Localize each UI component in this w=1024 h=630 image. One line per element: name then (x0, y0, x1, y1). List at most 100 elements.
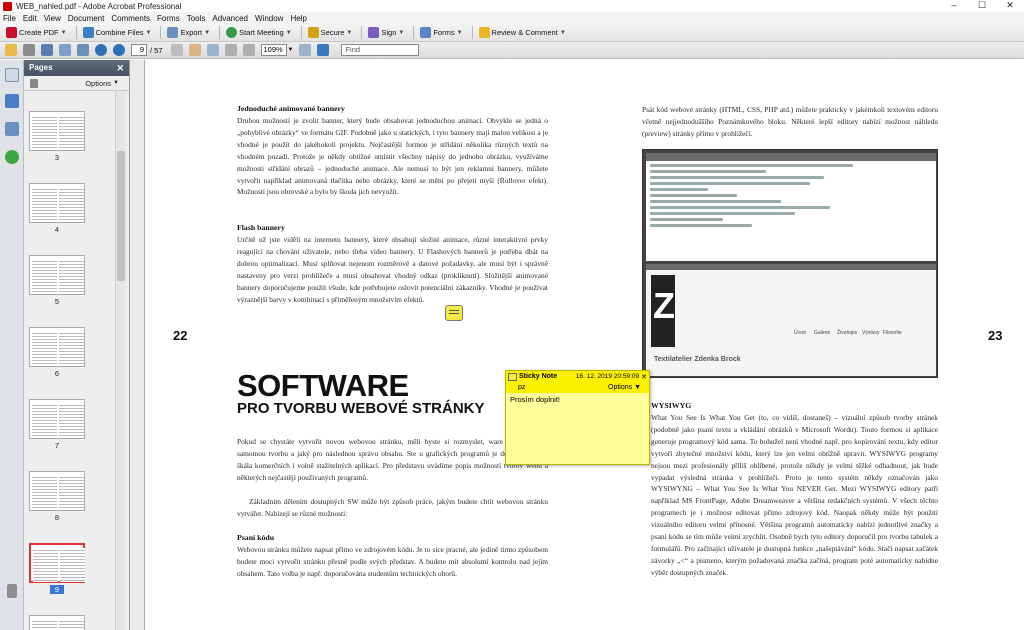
search-doc-icon[interactable] (77, 44, 89, 56)
zoom-field[interactable]: 109% (260, 44, 287, 56)
sign-button[interactable]: Sign ▼ (365, 25, 407, 40)
paragraph-writing-code: Webovou stránku můžete napsat přímo ve z… (237, 545, 548, 578)
window-controls: – ☐ ✕ (940, 0, 1024, 12)
page-thumbnail[interactable] (29, 111, 85, 151)
section-title: SOFTWARE (237, 368, 409, 403)
pages-panel-header: Pages ✕ (24, 60, 129, 76)
open-folder-icon[interactable] (5, 44, 17, 56)
tasks-toolbar: Create PDF ▼ Combine Files ▼ Export ▼ Start… (0, 24, 1024, 42)
thumbnail-label-selected: 9 (50, 585, 64, 594)
page-number-left: 22 (173, 328, 188, 343)
title-bar: WEB_nahled.pdf - Adobe Acrobat Professio… (0, 0, 1024, 12)
lock-icon (307, 27, 319, 38)
previous-page-icon[interactable] (95, 44, 107, 56)
paragraph-division: Základním dělením dostupných SW může být… (237, 497, 548, 518)
menu-view[interactable]: View (44, 14, 61, 23)
delete-page-icon[interactable] (30, 79, 38, 88)
menu-file[interactable]: File (3, 14, 16, 23)
menu-bar: File Edit View Document Comments Forms T… (0, 12, 1024, 24)
menu-window[interactable]: Window (255, 14, 283, 23)
thumbnail-label: 6 (54, 369, 60, 378)
help-icon[interactable] (5, 150, 19, 164)
menu-comments[interactable]: Comments (111, 14, 150, 23)
menu-document[interactable]: Document (68, 14, 104, 23)
menu-forms[interactable]: Forms (157, 14, 180, 23)
forms-icon (420, 27, 432, 38)
maximize-button[interactable]: ☐ (968, 0, 996, 12)
editor-screenshot-image: Úvod Galerie Životopis Výstavy Filosofie… (642, 149, 938, 378)
scrollbar-thumb[interactable] (117, 151, 125, 281)
start-meeting-button[interactable]: Start Meeting ▼ (223, 25, 295, 40)
page-thumbnail-selected[interactable] (29, 543, 85, 583)
page-count: / 57 (150, 45, 163, 55)
pages-options-button[interactable]: Options (85, 79, 111, 88)
sticky-note-icon[interactable] (445, 305, 463, 321)
zoom-out-icon[interactable] (224, 44, 237, 56)
select-tool-icon[interactable] (170, 44, 183, 56)
review-icon (478, 27, 490, 38)
paragraph-code-editors: Psát kód webové stránky (HTML, CSS, PHP … (642, 105, 938, 138)
hand-tool-icon[interactable] (188, 44, 201, 56)
fit-page-icon[interactable] (299, 44, 312, 56)
email-icon[interactable] (59, 44, 71, 56)
preview-nav-item: Výstavy (862, 330, 880, 336)
signatures-icon[interactable] (5, 122, 19, 136)
print-icon[interactable] (23, 44, 35, 56)
sticky-note-header[interactable]: Sticky Note 16. 12. 2019 20:59:09 ✕ (506, 371, 649, 382)
page-thumbnail[interactable] (29, 615, 85, 630)
page-number-input[interactable]: 9 (131, 44, 147, 56)
secure-button[interactable]: Secure ▼ (305, 25, 356, 40)
bookmarks-icon[interactable] (5, 94, 19, 108)
find-input[interactable]: Find (341, 44, 420, 56)
sticky-note-subheader: pz Options ▼ (506, 382, 649, 393)
preview-nav-item: Filosofie (883, 330, 902, 336)
forms-button[interactable]: Forms ▼ (417, 25, 465, 40)
close-panel-icon[interactable]: ✕ (116, 60, 124, 76)
export-icon (167, 27, 179, 38)
menu-help[interactable]: Help (290, 14, 306, 23)
page-thumbnail[interactable] (29, 183, 85, 223)
acrobat-icon (3, 1, 12, 11)
save-icon[interactable] (41, 44, 53, 56)
pages-panel-icon[interactable] (5, 68, 19, 82)
page-thumbnail[interactable] (29, 399, 85, 439)
attachments-icon[interactable] (7, 584, 17, 598)
sticky-note-options-button[interactable]: Options ▼ (608, 384, 641, 391)
combine-files-button[interactable]: Combine Files ▼ (80, 25, 155, 40)
panel-splitter[interactable] (130, 60, 145, 630)
meeting-icon (226, 27, 238, 38)
menu-tools[interactable]: Tools (187, 14, 206, 23)
zoom-dropdown-icon[interactable]: ▼ (288, 47, 294, 53)
page-thumbnail[interactable] (29, 327, 85, 367)
minimize-button[interactable]: – (940, 0, 968, 12)
pages-panel: Pages ✕ Options ▼ 3 4 5 6 7 8 9 (24, 60, 130, 630)
menu-edit[interactable]: Edit (23, 14, 37, 23)
review-comment-button[interactable]: Review & Comment ▼ (476, 25, 569, 40)
paragraph-flash-banners: Určitě už jste viděli na internetu banne… (237, 235, 548, 304)
create-pdf-icon (6, 27, 17, 38)
navigation-toolbar: 9 / 57 109% ▼ Find (0, 42, 1024, 59)
pages-panel-title: Pages (29, 63, 53, 72)
zoom-tool-icon[interactable] (206, 44, 219, 56)
zoom-in-icon[interactable] (242, 44, 255, 56)
heading-writing-code: Psaní kódu (237, 533, 275, 542)
sticky-note-textarea[interactable]: Prosím doplnit! (508, 393, 647, 462)
sticky-note-title: Sticky Note (519, 373, 558, 380)
sticky-note-date: 16. 12. 2019 20:59:09 (575, 373, 640, 380)
paragraph-software: Pokud se chystáte vytvořit novou webovou… (237, 437, 548, 482)
heading-flash-banners: Flash bannery (237, 223, 285, 232)
page-thumbnail[interactable] (29, 255, 85, 295)
page-thumbnail[interactable] (29, 471, 85, 511)
next-page-icon[interactable] (113, 44, 125, 56)
create-pdf-button[interactable]: Create PDF ▼ (3, 25, 70, 40)
close-note-icon[interactable]: ✕ (641, 373, 647, 381)
atelier-logo (651, 275, 675, 347)
thumbnails-scrollbar[interactable] (115, 91, 126, 630)
fit-width-icon[interactable] (317, 44, 330, 56)
export-button[interactable]: Export ▼ (164, 25, 213, 40)
preview-nav-item: Úvod (794, 330, 806, 336)
thumbnail-label: 8 (54, 513, 60, 522)
sticky-note-popup[interactable]: Sticky Note 16. 12. 2019 20:59:09 ✕ pz O… (505, 370, 650, 465)
menu-advanced[interactable]: Advanced (212, 14, 248, 23)
close-button[interactable]: ✕ (996, 0, 1024, 12)
